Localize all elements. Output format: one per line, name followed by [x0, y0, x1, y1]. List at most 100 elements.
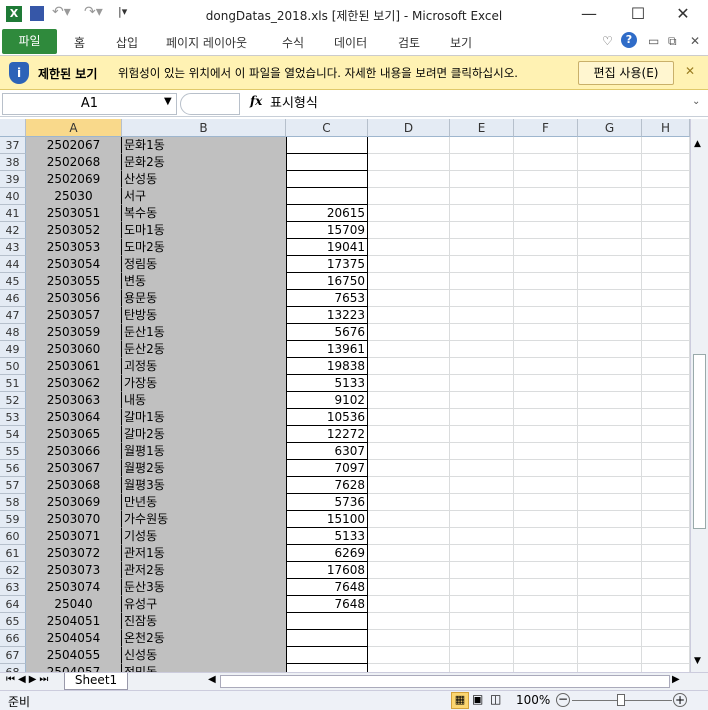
vertical-scroll-thumb[interactable] [693, 354, 706, 529]
cell-c[interactable] [286, 647, 368, 664]
empty-cell[interactable] [450, 341, 514, 358]
empty-cell[interactable] [368, 137, 450, 154]
row-header[interactable]: 42 [0, 222, 26, 239]
empty-cell[interactable] [368, 290, 450, 307]
empty-cell[interactable] [642, 375, 690, 392]
cell-c[interactable]: 12272 [286, 426, 368, 443]
worksheet-grid[interactable]: A B C D E F G H 37 2502067 문화1동 38 2502068 문화2동 39 2502… [0, 119, 690, 672]
empty-cell[interactable] [514, 613, 578, 630]
empty-cell[interactable] [642, 664, 690, 672]
cell-c[interactable]: 5133 [286, 528, 368, 545]
empty-cell[interactable] [514, 647, 578, 664]
cell-c[interactable] [286, 154, 368, 171]
cell-a[interactable]: 2503055 [26, 273, 122, 290]
cell-b[interactable]: 신성동 [122, 647, 286, 664]
cell-b[interactable]: 관저1동 [122, 545, 286, 562]
empty-cell[interactable] [450, 443, 514, 460]
column-header-F[interactable]: F [514, 119, 578, 137]
formula-splitter[interactable] [180, 93, 240, 115]
tab-review[interactable]: 검토 [398, 34, 420, 51]
empty-cell[interactable] [368, 307, 450, 324]
cell-a[interactable]: 2503074 [26, 579, 122, 596]
empty-cell[interactable] [368, 392, 450, 409]
row-header[interactable]: 47 [0, 307, 26, 324]
cell-c[interactable] [286, 664, 368, 672]
empty-cell[interactable] [642, 545, 690, 562]
horizontal-scroll-thumb[interactable] [220, 675, 670, 688]
cell-a[interactable]: 2503071 [26, 528, 122, 545]
row-header[interactable]: 39 [0, 171, 26, 188]
insert-function-icon[interactable]: fx [250, 94, 262, 108]
empty-cell[interactable] [368, 596, 450, 613]
empty-cell[interactable] [642, 137, 690, 154]
cell-a[interactable]: 2503061 [26, 358, 122, 375]
empty-cell[interactable] [368, 528, 450, 545]
cell-c[interactable] [286, 137, 368, 154]
empty-cell[interactable] [642, 511, 690, 528]
zoom-in-button[interactable]: + [673, 693, 687, 707]
empty-cell[interactable] [642, 307, 690, 324]
cell-a[interactable]: 2503070 [26, 511, 122, 528]
empty-cell[interactable] [514, 358, 578, 375]
empty-cell[interactable] [368, 511, 450, 528]
empty-cell[interactable] [578, 426, 642, 443]
cell-c[interactable]: 5676 [286, 324, 368, 341]
empty-cell[interactable] [450, 545, 514, 562]
empty-cell[interactable] [450, 409, 514, 426]
empty-cell[interactable] [514, 273, 578, 290]
cell-b[interactable]: 둔산2동 [122, 341, 286, 358]
empty-cell[interactable] [642, 256, 690, 273]
empty-cell[interactable] [368, 426, 450, 443]
cell-a[interactable]: 2503059 [26, 324, 122, 341]
cell-c[interactable]: 6307 [286, 443, 368, 460]
empty-cell[interactable] [578, 579, 642, 596]
empty-cell[interactable] [514, 137, 578, 154]
empty-cell[interactable] [514, 154, 578, 171]
cell-b[interactable]: 도마1동 [122, 222, 286, 239]
cell-a[interactable]: 2503073 [26, 562, 122, 579]
tab-home[interactable]: 홈 [74, 34, 85, 51]
empty-cell[interactable] [450, 630, 514, 647]
restore-icon[interactable]: ⧉ [668, 34, 677, 49]
cell-a[interactable]: 2504051 [26, 613, 122, 630]
cell-b[interactable]: 월평2동 [122, 460, 286, 477]
cell-b[interactable]: 정림동 [122, 256, 286, 273]
zoom-out-button[interactable]: − [556, 693, 570, 707]
cell-c[interactable]: 20615 [286, 205, 368, 222]
empty-cell[interactable] [642, 562, 690, 579]
empty-cell[interactable] [514, 188, 578, 205]
enable-editing-button[interactable]: 편집 사용(E) [578, 61, 674, 85]
message-text[interactable]: 위험성이 있는 위치에서 이 파일을 열었습니다. 자세한 내용을 보려면 클릭… [118, 65, 518, 81]
cell-c[interactable]: 15709 [286, 222, 368, 239]
row-header[interactable]: 68 [0, 664, 26, 672]
cell-a[interactable]: 2502067 [26, 137, 122, 154]
cell-b[interactable]: 복수동 [122, 205, 286, 222]
cell-c[interactable]: 7097 [286, 460, 368, 477]
empty-cell[interactable] [578, 188, 642, 205]
scroll-left-icon[interactable]: ◀ [208, 674, 216, 685]
cell-a[interactable]: 25040 [26, 596, 122, 613]
empty-cell[interactable] [514, 460, 578, 477]
cell-a[interactable]: 2504054 [26, 630, 122, 647]
empty-cell[interactable] [578, 256, 642, 273]
empty-cell[interactable] [578, 613, 642, 630]
empty-cell[interactable] [514, 409, 578, 426]
empty-cell[interactable] [368, 494, 450, 511]
empty-cell[interactable] [450, 307, 514, 324]
scroll-down-icon[interactable]: ▼ [694, 656, 701, 666]
vertical-scrollbar[interactable]: ▲ ▼ [690, 119, 708, 672]
empty-cell[interactable] [642, 154, 690, 171]
minimize-button[interactable]: — [574, 4, 604, 26]
empty-cell[interactable] [642, 596, 690, 613]
empty-cell[interactable] [450, 477, 514, 494]
cell-c[interactable]: 9102 [286, 392, 368, 409]
cell-a[interactable]: 2503067 [26, 460, 122, 477]
empty-cell[interactable] [450, 222, 514, 239]
cell-c[interactable]: 7628 [286, 477, 368, 494]
row-header[interactable]: 46 [0, 290, 26, 307]
cell-b[interactable]: 도마2동 [122, 239, 286, 256]
maximize-button[interactable]: ☐ [623, 4, 653, 26]
row-header[interactable]: 53 [0, 409, 26, 426]
empty-cell[interactable] [450, 324, 514, 341]
empty-cell[interactable] [514, 494, 578, 511]
